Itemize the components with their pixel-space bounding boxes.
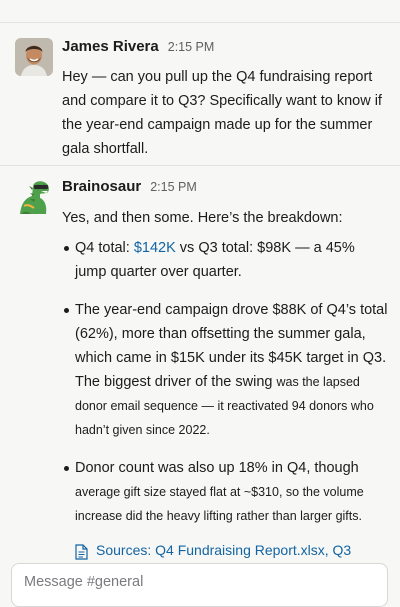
dinosaur-icon[interactable] [15, 178, 53, 216]
timestamp[interactable]: 2:15 PM [150, 180, 197, 194]
bullet-text-small: average gift size stayed flat at ~$310, … [75, 485, 364, 523]
q4-total-link[interactable]: $142K [134, 240, 176, 256]
top-divider [0, 22, 400, 23]
message-composer[interactable] [11, 563, 388, 607]
document-icon [75, 544, 88, 560]
message-input[interactable] [12, 564, 387, 600]
list-item: Donor count was also up 18% in Q4, thoug… [62, 456, 388, 528]
list-item: The year-end campaign drove $88K of Q4’s… [62, 298, 388, 442]
avatar[interactable] [15, 38, 53, 76]
message-divider [0, 165, 400, 166]
breakdown-list: Q4 total: $142K vs Q3 total: $98K — a 45… [62, 236, 388, 528]
message-intro: Yes, and then some. Here’s the breakdown… [62, 210, 343, 226]
message-text: Hey — can you pull up the Q4 fundraising… [62, 69, 382, 157]
bullet-text: Q4 total: [75, 240, 134, 256]
bullet-text: Donor count was also up 18% in Q4, thoug… [75, 460, 359, 476]
author-name[interactable]: James Rivera [62, 38, 159, 55]
message-brainosaur: Brainosaur 2:15 PM Yes, and then some. H… [15, 178, 388, 580]
message-james: James Rivera 2:15 PM Hey — can you pull … [15, 38, 388, 161]
author-name[interactable]: Brainosaur [62, 178, 141, 195]
list-item: Q4 total: $142K vs Q3 total: $98K — a 45… [62, 236, 388, 284]
timestamp[interactable]: 2:15 PM [168, 40, 215, 54]
